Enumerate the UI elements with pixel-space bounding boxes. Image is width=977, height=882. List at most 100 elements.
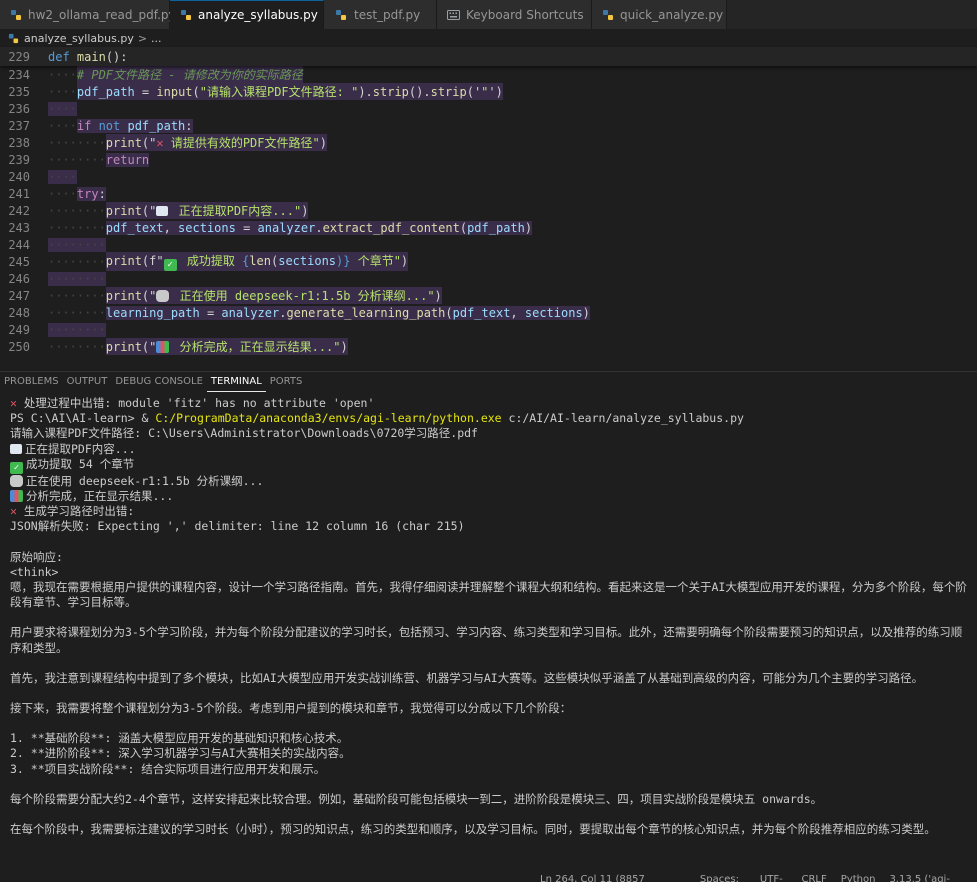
status-indentation[interactable]: Spaces: 4 <box>700 872 746 882</box>
indent-guide: ···· <box>48 186 77 201</box>
indent-guide: ········ <box>48 339 106 354</box>
line-number: 243 <box>8 220 30 235</box>
code-text: print(" 正在使用 deepseek-r1:1.5b 分析课纲...") <box>105 287 442 304</box>
sticky-scroll-header[interactable]: 229 def main (): <box>0 47 977 66</box>
status-bar: Ln 264, Col 11 (8857 selected) Spaces: 4… <box>540 872 977 882</box>
line-number: 247 <box>8 288 30 303</box>
terminal-line: PS C:\AI\AI-learn> & C:/ProgramData/anac… <box>10 411 744 426</box>
line-number: 245 <box>8 254 30 269</box>
terminal-line: 分析完成，正在显示结果... <box>10 489 970 504</box>
status-language[interactable]: Python <box>841 872 876 882</box>
tab-quick-analyze[interactable]: quick_analyze.py <box>592 0 727 29</box>
line-number: 244 <box>8 237 30 252</box>
code-text: try: <box>76 186 106 201</box>
terminal-line: 3. **项目实战阶段**: 结合实际项目进行应用开发和展示。 <box>10 761 326 776</box>
code-editor[interactable]: 234 ···· # PDF文件路径 - 请修改为你的实际路径 235 ···· pdf… <box>0 66 977 358</box>
tab-hw2-ollama-read-pdf[interactable]: hw2_ollama_read_pdf.py <box>0 0 176 29</box>
indent-guide: ········ <box>48 152 106 167</box>
code-line[interactable]: 244 ········ <box>0 236 977 253</box>
line-number: 236 <box>8 101 30 116</box>
code-line[interactable]: 247 ········ print(" 正在使用 deepseek-r1:1.5b… <box>0 287 977 304</box>
indent-guide: ···· <box>48 84 77 99</box>
breadcrumb-separator: > <box>137 31 148 45</box>
tab-analyze-syllabus[interactable]: analyze_syllabus.py ✕ <box>170 0 339 29</box>
indent-guide: ········ <box>48 135 106 150</box>
breadcrumb-more[interactable]: ... <box>151 32 162 45</box>
code-text: if not pdf_path: <box>76 118 193 133</box>
tab-test-pdf[interactable]: test_pdf.py <box>324 0 437 29</box>
chart-icon <box>156 341 170 353</box>
terminal-line: 正在提取PDF内容... <box>10 442 970 457</box>
line-number: 238 <box>8 135 30 150</box>
line-number: 248 <box>8 305 30 320</box>
terminal-line: <think> <box>10 564 59 579</box>
python-file-icon <box>8 33 19 44</box>
indent-guide: ········ <box>48 220 106 235</box>
indent-guide: ···· <box>48 169 77 184</box>
tab-problems[interactable]: PROBLEMS <box>0 372 63 392</box>
breadcrumb-file[interactable]: analyze_syllabus.py <box>24 32 134 45</box>
code-line[interactable]: 245 ········ print(f" ✓ 成功提取 {len(sections)… <box>0 252 977 271</box>
line-number: 235 <box>8 84 30 99</box>
code-text: learning_path = analyzer.generate_learni… <box>105 305 590 320</box>
terminal-line: JSON解析失败: Expecting ',' delimiter: line … <box>10 519 465 534</box>
check-mark-icon: ✓ <box>10 461 23 474</box>
code-line[interactable]: 246 ········ <box>0 270 977 287</box>
code-line[interactable]: 250 ········ print(" 分析完成，正在显示结果...") <box>0 338 977 355</box>
code-line[interactable]: 243 ········ pdf_text, sections = analyzer… <box>0 219 977 236</box>
code-line[interactable]: 242 ········ print(" 正在提取PDF内容...") <box>0 202 977 219</box>
code-line[interactable]: 235 ···· pdf_path = input("请输入课程PDF文件路径: "… <box>0 83 977 100</box>
line-number: 246 <box>8 271 30 286</box>
code-line[interactable]: 240 ···· <box>0 168 977 185</box>
terminal-line: 请输入课程PDF文件路径: C:\Users\Administrator\Dow… <box>10 426 478 441</box>
panel-tab-bar: PROBLEMS OUTPUT DEBUG CONSOLE TERMINAL P… <box>0 371 977 392</box>
tab-label: quick_analyze.py <box>620 7 724 22</box>
code-line[interactable]: 241 ···· try: <box>0 185 977 202</box>
tab-ports[interactable]: PORTS <box>266 372 307 392</box>
terminal-line: ✕ 处理过程中出错: module 'fitz' has no attribut… <box>10 396 375 410</box>
code-text: print("✕ 请提供有效的PDF文件路径") <box>105 134 327 151</box>
code-line[interactable]: 239 ········ return <box>0 151 977 168</box>
code-line[interactable]: 234 ···· # PDF文件路径 - 请修改为你的实际路径 <box>0 66 977 83</box>
status-encoding[interactable]: UTF-8 <box>760 872 788 882</box>
code-line[interactable]: 248 ········ learning_path = analyzer.gene… <box>0 304 977 321</box>
code-text: print(" 正在提取PDF内容...") <box>105 202 309 219</box>
python-file-icon <box>10 8 22 22</box>
tab-terminal[interactable]: TERMINAL <box>206 372 266 392</box>
terminal-line: 用户要求将课程划分为3-5个学习阶段，并为每个阶段分配建议的学习时长，包括预习、… <box>10 625 963 655</box>
code-text: print(f" ✓ 成功提取 {len(sections)} 个章节") <box>105 252 409 271</box>
comment: # PDF文件路径 - 请修改为你的实际路径 <box>76 66 303 83</box>
cross-mark-icon: ✕ <box>10 504 24 519</box>
indent-guide: ········ <box>48 305 106 320</box>
code-line[interactable]: 238 ········ print("✕ 请提供有效的PDF文件路径") <box>0 134 977 151</box>
code-text: pdf_text, sections = analyzer.extract_pd… <box>105 220 533 235</box>
terminal-line: 首先，我注意到课程结构中提到了多个模块，比如AI大模型应用开发实战训练营、机器学… <box>10 670 924 685</box>
code-line[interactable]: 249 ········ <box>0 321 977 338</box>
terminal-line: 嗯，我现在需要根据用户提供的课程内容，设计一个学习路径指南。首先，我得仔细阅读并… <box>10 580 967 610</box>
indent-guide: ········ <box>48 203 106 218</box>
tab-debug-console[interactable]: DEBUG CONSOLE <box>111 372 207 392</box>
keyboard-icon <box>447 8 460 22</box>
indent-guide: ········ <box>48 322 106 337</box>
line-number: 240 <box>8 169 30 184</box>
line-number: 237 <box>8 118 30 133</box>
punctuation: (): <box>105 49 128 64</box>
terminal-line: 1. **基础阶段**: 涵盖大模型应用开发的基础知识和核心技术。 <box>10 731 349 746</box>
python-file-icon <box>334 8 348 22</box>
code-text: pdf_path = input("请输入课程PDF文件路径: ").strip… <box>76 83 503 100</box>
python-file-icon <box>602 8 614 22</box>
terminal-output[interactable]: ✕ 处理过程中出错: module 'fitz' has no attribut… <box>10 396 970 837</box>
indent-guide: ········ <box>48 237 106 252</box>
indent-guide: ········ <box>48 254 106 269</box>
keyword-def: def <box>48 49 70 64</box>
tab-keyboard-shortcuts[interactable]: Keyboard Shortcuts <box>437 0 592 29</box>
status-interpreter[interactable]: 3.13.5 ('agi-learn') <box>889 872 977 882</box>
tab-label: Keyboard Shortcuts <box>466 7 584 22</box>
line-number: 249 <box>8 322 30 337</box>
cross-mark-icon: ✕ <box>156 136 164 150</box>
tab-output[interactable]: OUTPUT <box>63 372 112 392</box>
status-eol[interactable]: CRLF <box>802 872 827 882</box>
code-line[interactable]: 236 ···· <box>0 100 977 117</box>
status-cursor-position[interactable]: Ln 264, Col 11 (8857 selected) <box>540 872 686 882</box>
code-line[interactable]: 237 ···· if not pdf_path: <box>0 117 977 134</box>
